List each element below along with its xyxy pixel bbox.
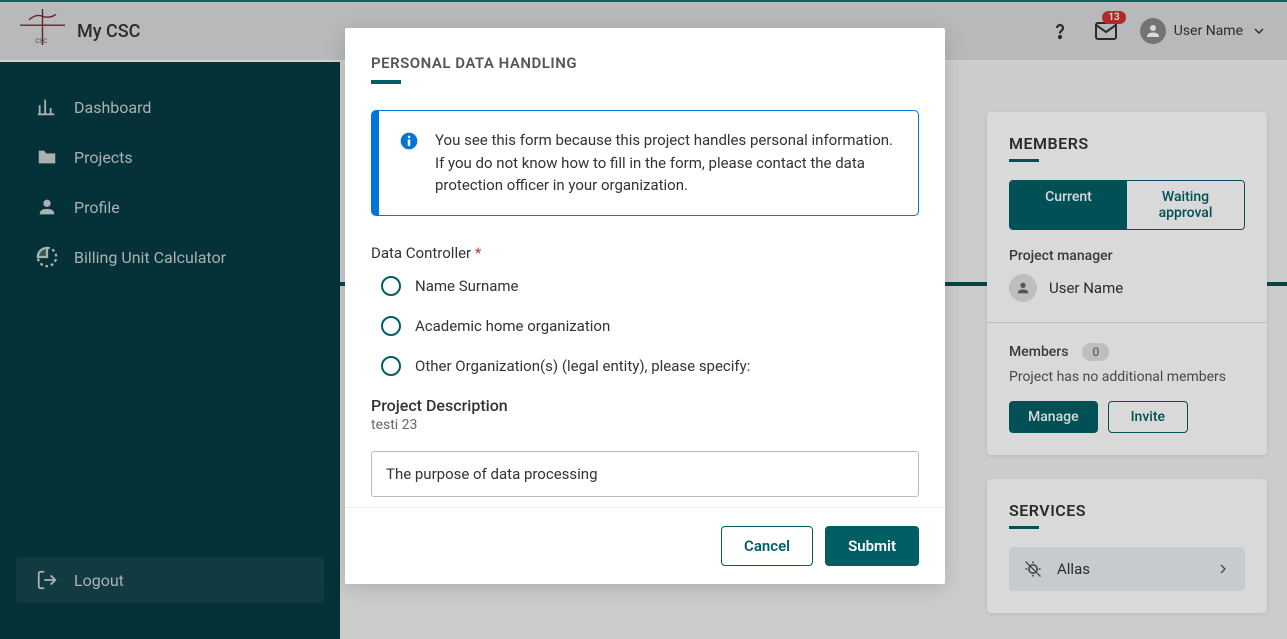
modal-footer: Cancel Submit bbox=[345, 507, 945, 584]
radio-label: Other Organization(s) (legal entity), pl… bbox=[415, 357, 750, 375]
radio-icon bbox=[381, 356, 401, 376]
info-box: You see this form because this project h… bbox=[371, 110, 919, 216]
project-desc-input[interactable] bbox=[371, 451, 919, 497]
radio-academic-org[interactable]: Academic home organization bbox=[371, 316, 919, 336]
radio-other-org[interactable]: Other Organization(s) (legal entity), pl… bbox=[371, 356, 919, 376]
modal-title: PERSONAL DATA HANDLING bbox=[371, 54, 919, 72]
radio-name-surname[interactable]: Name Surname bbox=[371, 276, 919, 296]
project-desc-subtitle: testi 23 bbox=[371, 417, 919, 433]
cancel-button[interactable]: Cancel bbox=[721, 526, 813, 566]
personal-data-modal: PERSONAL DATA HANDLING You see this form… bbox=[345, 28, 945, 584]
radio-label: Name Surname bbox=[415, 277, 519, 295]
modal-header: PERSONAL DATA HANDLING bbox=[345, 28, 945, 100]
radio-label: Academic home organization bbox=[415, 317, 610, 335]
modal-body: You see this form because this project h… bbox=[345, 100, 945, 507]
submit-button[interactable]: Submit bbox=[825, 526, 919, 566]
radio-icon bbox=[381, 316, 401, 336]
info-icon bbox=[399, 131, 419, 151]
project-desc-label: Project Description bbox=[371, 396, 919, 415]
radio-icon bbox=[381, 276, 401, 296]
title-underline bbox=[371, 80, 401, 84]
data-controller-label: Data Controller * bbox=[371, 244, 919, 262]
info-text: You see this form because this project h… bbox=[435, 129, 898, 197]
